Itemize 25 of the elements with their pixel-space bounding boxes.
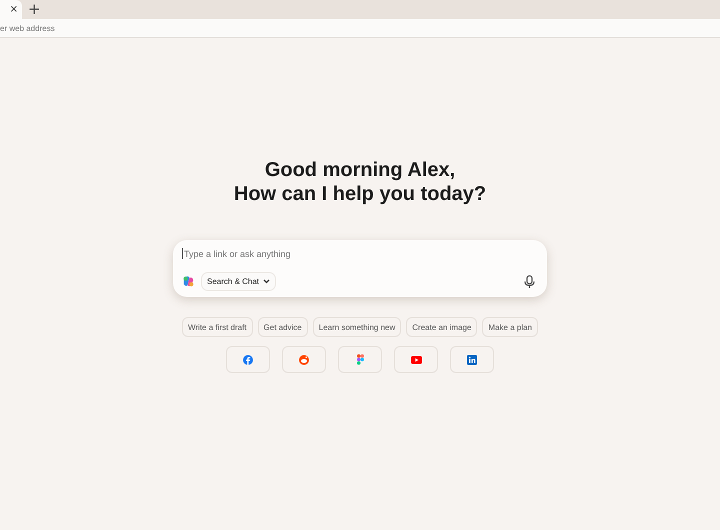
shortcut-tile[interactable]: [282, 346, 326, 373]
browser-tab[interactable]: ×: [0, 0, 22, 19]
suggestion-chip[interactable]: Learn something new: [312, 317, 402, 337]
mode-dropdown[interactable]: Search & Chat: [201, 272, 276, 291]
play-logo-icon: [410, 356, 422, 364]
greeting-heading: Good morning Alex, How can I help you today?: [234, 158, 486, 206]
shortcut-tile[interactable]: [226, 346, 270, 373]
shortcut-tile[interactable]: [338, 346, 382, 373]
address-field[interactable]: er web address: [0, 24, 200, 32]
shortcut-tile[interactable]: [394, 346, 438, 373]
colorful-logo-icon[interactable]: [182, 275, 195, 288]
microphone-icon[interactable]: [524, 274, 535, 288]
round-logo-icon: [243, 354, 253, 364]
close-tab-button[interactable]: ×: [10, 4, 22, 15]
suggestion-chip[interactable]: Create an image: [406, 317, 478, 337]
prompt-field[interactable]: Type a link or ask anything: [183, 248, 535, 258]
suggestion-chip[interactable]: Make a plan: [482, 317, 538, 337]
suggestion-chip[interactable]: Get advice: [258, 317, 308, 337]
caret-icon: [263, 279, 270, 284]
shapes-logo-icon: [356, 354, 364, 365]
square-logo-icon: [467, 354, 477, 364]
alien-logo-icon: [299, 354, 309, 364]
shortcut-tile[interactable]: [450, 346, 494, 373]
new-tab-button[interactable]: +: [22, 0, 47, 19]
suggestion-chip[interactable]: Write a first draft: [182, 317, 253, 337]
